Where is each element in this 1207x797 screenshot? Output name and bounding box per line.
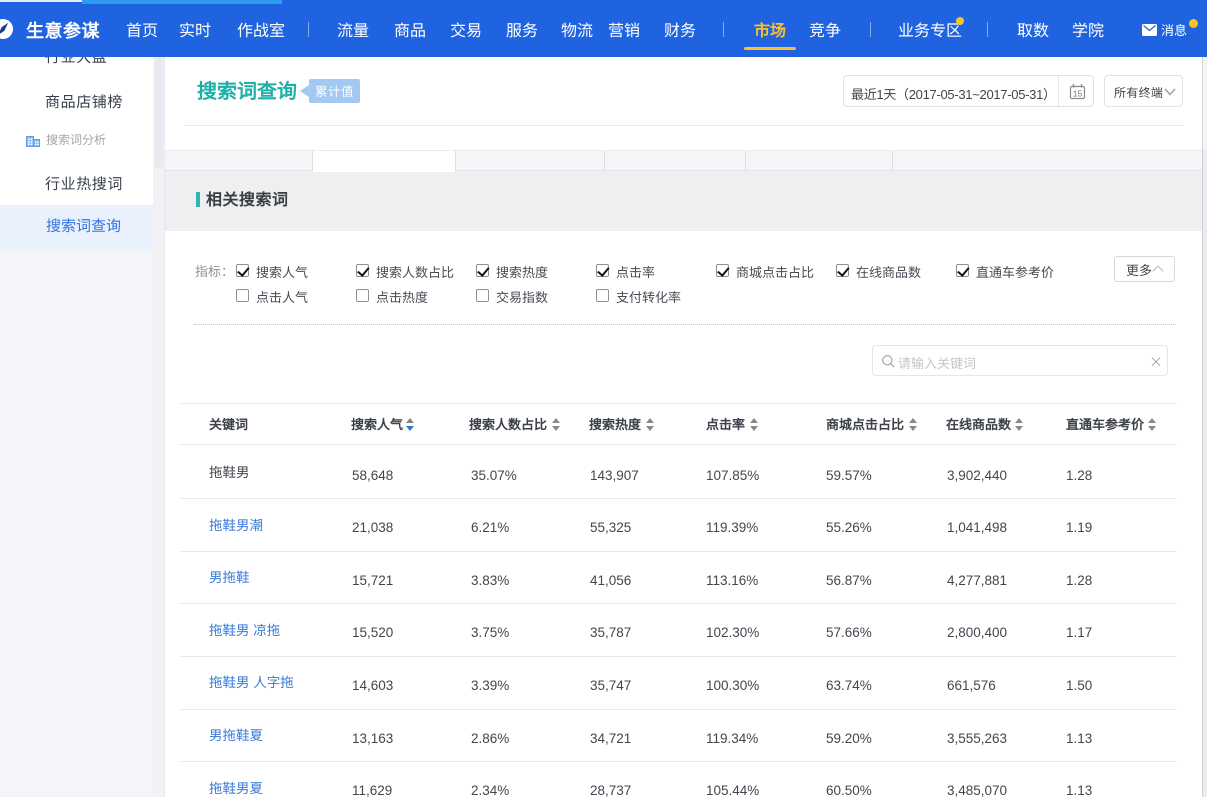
svg-text:15: 15 bbox=[1073, 89, 1083, 99]
